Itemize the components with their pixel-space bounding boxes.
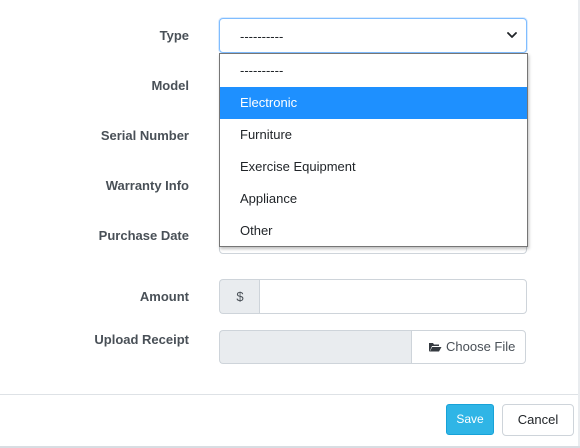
currency-prefix: $ bbox=[219, 279, 260, 314]
warranty-info-label: Warranty Info bbox=[105, 178, 189, 193]
model-label: Model bbox=[151, 78, 189, 93]
file-name-display bbox=[219, 330, 412, 364]
cancel-button[interactable]: Cancel bbox=[502, 404, 574, 436]
chevron-down-icon bbox=[507, 32, 517, 38]
purchase-date-label: Purchase Date bbox=[98, 228, 189, 243]
amount-label: Amount bbox=[139, 289, 189, 304]
type-select-value: ---------- bbox=[240, 29, 284, 44]
type-option-electronic[interactable]: Electronic bbox=[220, 87, 527, 119]
type-option-other[interactable]: Other bbox=[220, 215, 527, 247]
amount-input[interactable] bbox=[259, 279, 527, 314]
modal-form: Type ---------- Model Serial Number Warr… bbox=[0, 0, 580, 448]
type-option-appliance[interactable]: Appliance bbox=[220, 183, 527, 215]
type-option-exercise-equipment[interactable]: Exercise Equipment bbox=[220, 151, 527, 183]
folder-open-icon bbox=[429, 343, 442, 352]
serial-number-label: Serial Number bbox=[100, 128, 189, 143]
type-label: Type bbox=[159, 28, 189, 43]
amount-input-group: $ bbox=[219, 279, 527, 314]
save-button[interactable]: Save bbox=[446, 404, 494, 435]
upload-receipt-label: Upload Receipt bbox=[94, 332, 189, 347]
upload-receipt-group: Choose File bbox=[219, 330, 527, 364]
choose-file-button[interactable]: Choose File bbox=[411, 330, 526, 364]
type-select[interactable]: ---------- bbox=[219, 18, 527, 53]
type-option-furniture[interactable]: Furniture bbox=[220, 119, 527, 151]
type-option-empty[interactable]: ---------- bbox=[220, 55, 527, 87]
choose-file-label: Choose File bbox=[446, 339, 516, 354]
type-dropdown-list: ---------- Electronic Furniture Exercise… bbox=[219, 53, 528, 247]
